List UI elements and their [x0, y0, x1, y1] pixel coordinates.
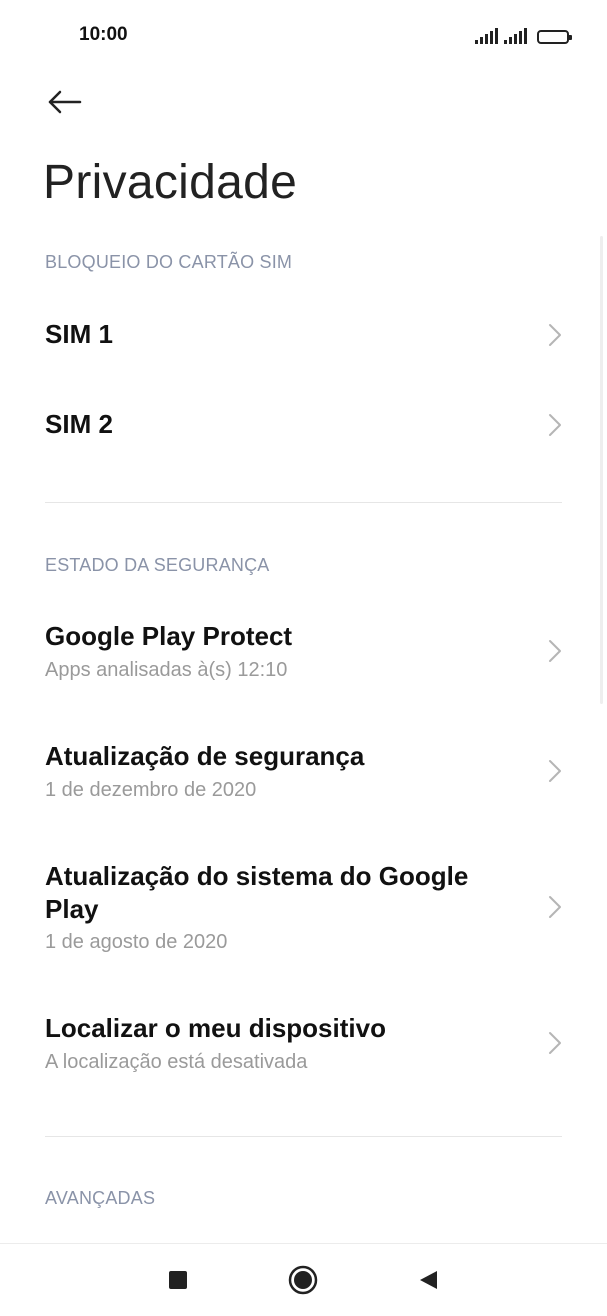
status-icons: [475, 24, 572, 44]
list-item-google-play-protect[interactable]: Google Play Protect Apps analisadas à(s)…: [0, 600, 607, 710]
chevron-right-icon: [549, 896, 561, 918]
divider: [45, 1136, 562, 1137]
list-item-subtitle: 1 de agosto de 2020: [45, 931, 228, 953]
signal-sim1-icon: [475, 28, 498, 44]
chevron-right-icon: [549, 1032, 561, 1054]
list-item-security-update[interactable]: Atualização de segurança 1 de dezembro d…: [0, 720, 607, 830]
square-recents-icon: [169, 1271, 187, 1289]
chevron-right-icon: [549, 640, 561, 662]
back-nav-button[interactable]: [398, 1244, 458, 1316]
section-header-sim-lock: BLOQUEIO DO CARTÃO SIM: [45, 252, 293, 272]
chevron-right-icon: [549, 414, 561, 436]
list-item-subtitle: 1 de dezembro de 2020: [45, 779, 257, 801]
status-bar: 10:00: [0, 0, 607, 70]
arrow-left-icon: [48, 90, 82, 114]
navigation-bar: [0, 1243, 607, 1316]
circle-home-icon: [288, 1265, 318, 1295]
list-item-sim-1[interactable]: SIM 1: [0, 290, 607, 380]
list-item-title: SIM 2: [45, 409, 113, 439]
triangle-back-icon: [420, 1271, 437, 1289]
list-item-title: Atualização do sistema do Google Play: [45, 861, 469, 924]
page-title: Privacidade: [43, 156, 298, 209]
list-item-subtitle: A localização está desativada: [45, 1051, 308, 1073]
section-header-security-status: ESTADO DA SEGURANÇA: [45, 555, 270, 575]
status-time: 10:00: [79, 24, 128, 45]
list-item-find-my-device[interactable]: Localizar o meu dispositivo A localizaçã…: [0, 992, 607, 1102]
recents-button[interactable]: [148, 1244, 208, 1316]
section-header-advanced: AVANÇADAS: [45, 1188, 156, 1208]
chevron-right-icon: [549, 324, 561, 346]
scrollbar[interactable]: [600, 236, 603, 704]
list-item-google-play-system-update[interactable]: Atualização do sistema do Google Play 1 …: [0, 840, 607, 980]
list-item-title: Localizar o meu dispositivo: [45, 1013, 386, 1043]
list-item-subtitle: Apps analisadas à(s) 12:10: [45, 659, 288, 681]
home-button[interactable]: [273, 1244, 333, 1316]
list-item-sim-2[interactable]: SIM 2: [0, 380, 607, 470]
chevron-right-icon: [549, 760, 561, 782]
list-item-title: SIM 1: [45, 319, 113, 349]
signal-sim2-icon: [504, 28, 527, 44]
list-item-title: Google Play Protect: [45, 621, 293, 651]
battery-icon: [537, 30, 572, 44]
list-item-title: Atualização de segurança: [45, 741, 365, 771]
back-button[interactable]: [40, 80, 90, 124]
divider: [45, 502, 562, 503]
